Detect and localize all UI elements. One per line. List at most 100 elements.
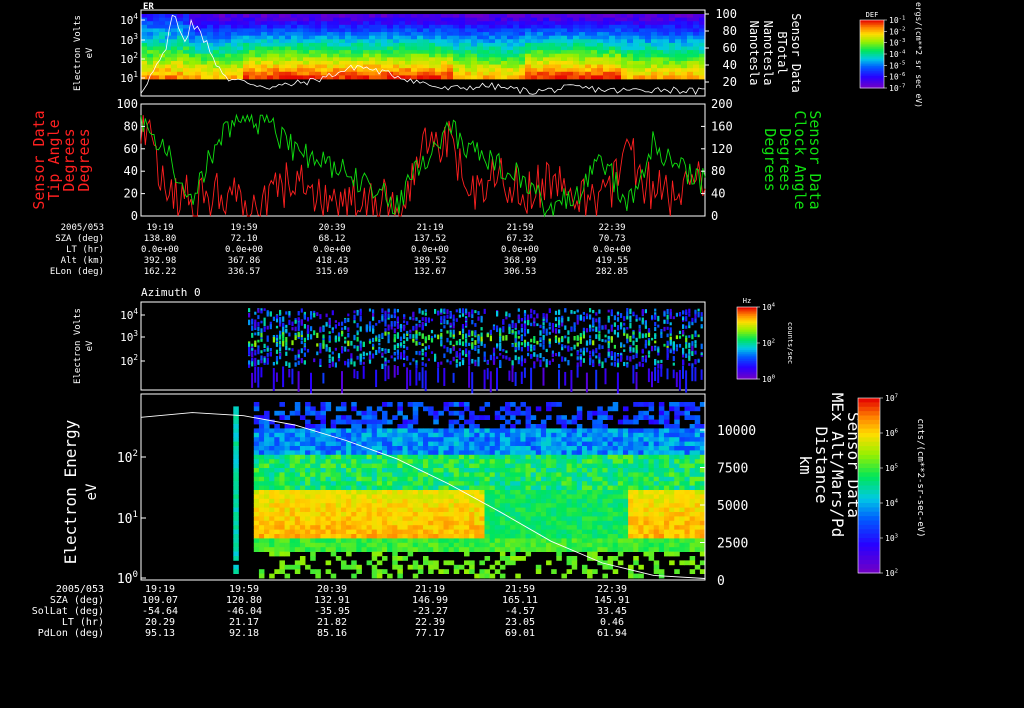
energy-cell — [340, 516, 347, 522]
energy-cell — [474, 454, 480, 460]
spectrogram-cell — [501, 42, 508, 47]
spectrogram-cell — [513, 32, 520, 37]
spectrogram-cell — [201, 57, 208, 62]
energy-cell — [366, 428, 373, 434]
azimuth-cell — [527, 352, 530, 357]
energy-cell — [335, 520, 342, 526]
spectrogram-cell — [609, 28, 616, 33]
energy-cell — [315, 415, 321, 420]
energy-cell — [284, 498, 291, 504]
azimuth-cell — [427, 345, 430, 350]
energy-cell — [484, 437, 491, 442]
energy-cell — [351, 459, 357, 464]
spectrogram-cell — [609, 53, 616, 58]
energy-cell — [499, 463, 506, 469]
spectrogram-cell — [147, 50, 154, 55]
spectrogram-cell — [159, 68, 166, 73]
spectrogram-cell — [465, 42, 472, 47]
energy-cell — [315, 441, 321, 447]
spectrogram-cell — [603, 24, 610, 29]
azimuth-cell — [561, 356, 564, 362]
spectrogram-cell — [483, 57, 490, 62]
energy-cell — [443, 560, 450, 566]
azimuth-cell — [647, 328, 651, 333]
spectrogram-cell — [669, 28, 676, 33]
spectrogram-cell — [699, 75, 706, 80]
spectrogram-cell — [285, 28, 292, 33]
azimuth-cell — [570, 309, 573, 314]
energy-cell — [340, 525, 347, 530]
azimuth-cell — [530, 344, 533, 349]
spectrogram-cell — [549, 32, 556, 37]
spectrogram-cell — [555, 42, 562, 47]
azimuth-cell — [344, 318, 347, 324]
azimuth-low-cell — [660, 365, 663, 377]
energy-cell — [294, 450, 301, 456]
energy-cell — [458, 472, 465, 478]
energy-cell — [397, 529, 403, 535]
spectrogram-cell — [561, 28, 568, 33]
spectrogram-cell — [321, 32, 328, 37]
spectrogram-cell — [267, 21, 274, 26]
panel3-ylabel: Electron Volts — [73, 308, 83, 384]
spectrogram-cell — [669, 14, 676, 19]
spectrogram-cell — [687, 17, 694, 22]
energy-cell — [371, 520, 378, 526]
spectrogram-cell — [435, 57, 442, 62]
energy-cell — [294, 463, 301, 469]
azimuth-cell — [657, 352, 660, 356]
energy-cell — [264, 490, 270, 495]
azimuth-cell — [539, 353, 542, 358]
spectrogram-cell — [159, 39, 166, 44]
spectrogram-cell — [393, 14, 400, 19]
spectrogram-cell — [381, 28, 388, 33]
azimuth-low-cell — [468, 365, 471, 388]
energy-cell — [325, 498, 332, 504]
energy-cell — [274, 450, 280, 456]
energy-cell — [361, 525, 367, 530]
spectrogram-cell — [621, 32, 628, 37]
spectrogram-cell — [273, 21, 280, 26]
spectrogram-cell — [279, 64, 286, 69]
spectrogram-cell — [153, 14, 160, 19]
spectrogram-cell — [627, 21, 634, 26]
spectrogram-cell — [303, 68, 310, 73]
spectrogram-cell — [429, 35, 436, 40]
spectrogram-cell — [627, 53, 634, 58]
azimuth-cell — [288, 362, 291, 368]
spectrogram-cell — [615, 71, 622, 76]
azimuth-cell — [527, 329, 530, 334]
spectrogram-cell — [609, 17, 616, 22]
energy-cell — [340, 463, 347, 469]
energy-cell — [269, 481, 275, 486]
energy-cell — [433, 454, 439, 460]
energy-cell — [233, 481, 239, 486]
energy-cell — [423, 454, 429, 460]
spectrogram-cell — [645, 21, 652, 26]
energy-cell — [443, 542, 450, 548]
energy-cell — [453, 503, 460, 508]
energy-cell — [269, 428, 275, 434]
energy-cell — [361, 490, 367, 495]
azimuth-cell — [427, 317, 430, 323]
spectrogram-cell — [411, 75, 418, 80]
energy-cell — [428, 468, 434, 473]
spectrogram-cell — [321, 14, 328, 19]
spectrogram-cell — [387, 42, 394, 47]
spectrogram-cell — [411, 28, 418, 33]
spectrogram-cell — [279, 71, 286, 76]
azimuth-cell — [421, 361, 424, 366]
spectrogram-cell — [675, 46, 682, 51]
spectrogram-cell — [273, 42, 280, 47]
azimuth-cell — [291, 348, 294, 352]
energy-cell — [474, 437, 480, 442]
azimuth-cell — [598, 328, 601, 332]
energy-cell — [356, 437, 362, 442]
energy-cell — [351, 406, 357, 412]
energy-cell — [253, 498, 260, 504]
energy-cell — [469, 432, 475, 438]
spectrogram-cell — [435, 68, 442, 73]
energy-cell — [412, 512, 419, 517]
spectrogram-cell — [573, 32, 580, 37]
azimuth-cell — [523, 325, 527, 329]
